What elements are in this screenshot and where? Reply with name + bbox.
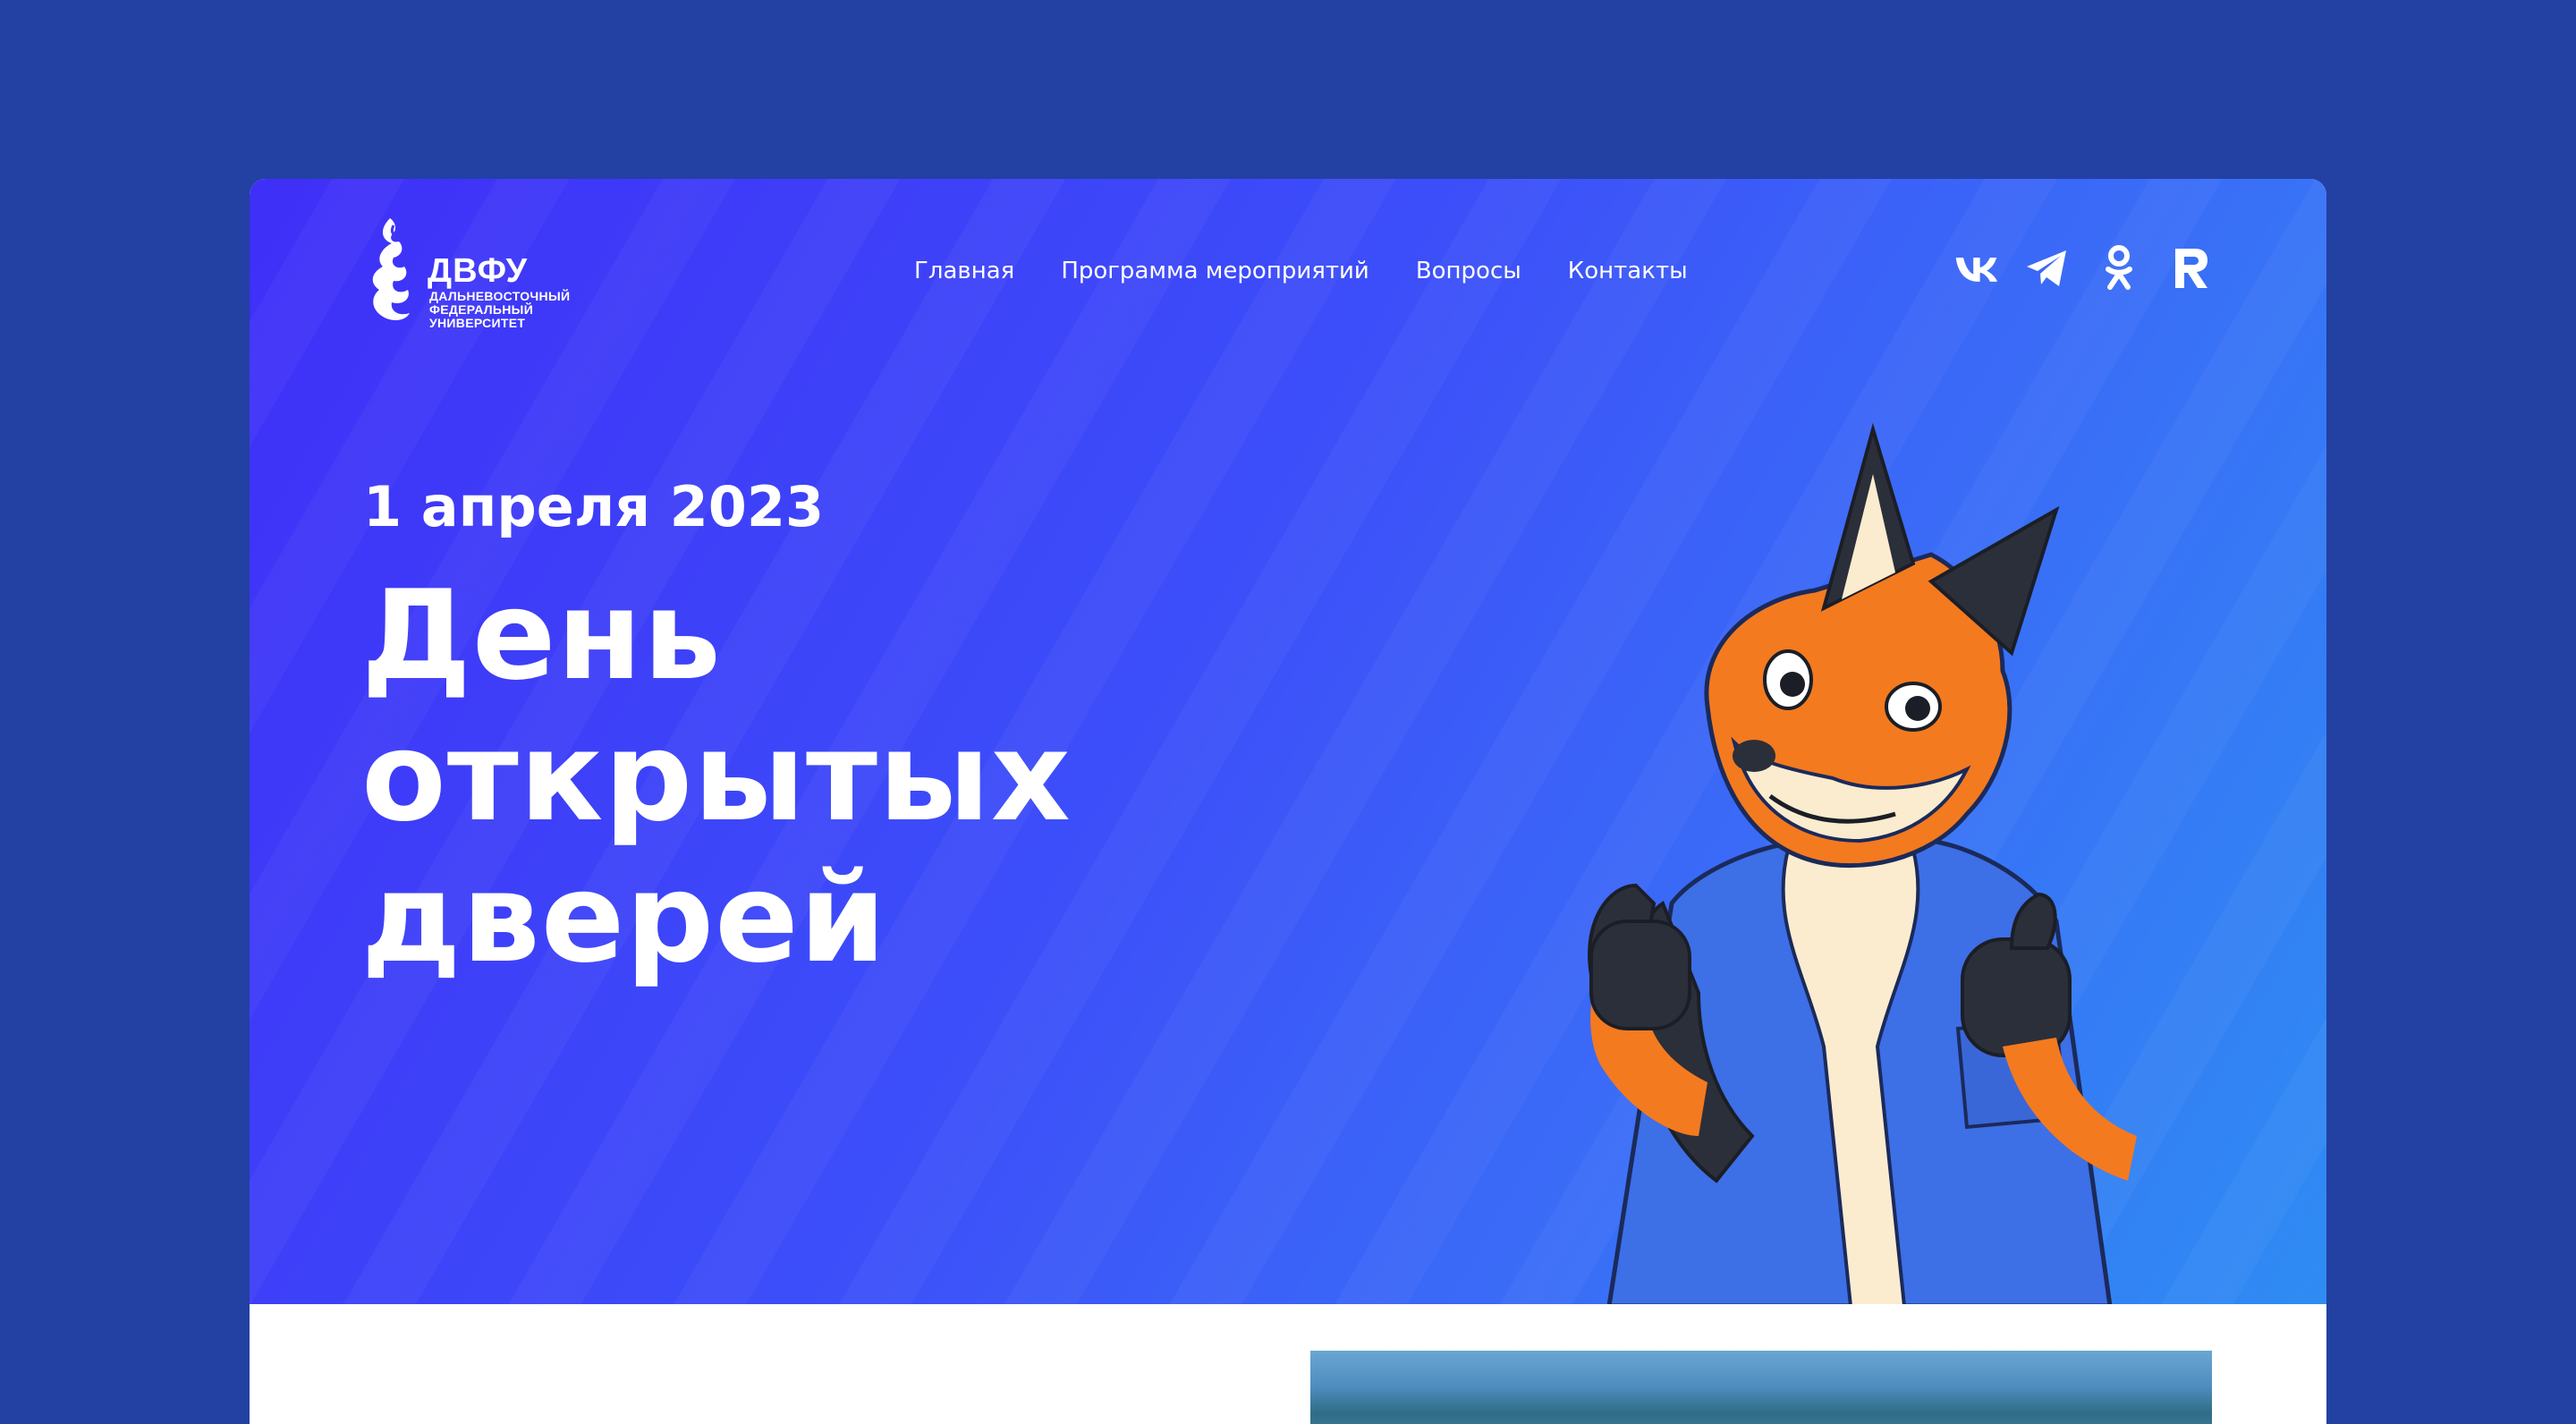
logo-title: ДВФУ: [428, 252, 529, 290]
hero-title: День открытых дверей: [361, 565, 1072, 989]
nav-link-contacts[interactable]: Контакты: [1568, 258, 1688, 284]
nav-link-home[interactable]: Главная: [914, 258, 1014, 284]
hero-title-line: День: [361, 564, 723, 708]
university-logo[interactable]: ДВФУ ДАЛЬНЕВОСТОЧНЫЙ ФЕДЕРАЛЬНЫЙ УНИВЕРС…: [363, 213, 570, 334]
hero-title-line: открытых: [361, 705, 1072, 849]
page-frame: ДВФУ ДАЛЬНЕВОСТОЧНЫЙ ФЕДЕРАЛЬНЫЙ УНИВЕРС…: [250, 179, 2326, 1424]
telegram-icon[interactable]: [2025, 245, 2070, 292]
logo-subtitle: ДАЛЬНЕВОСТОЧНЫЙ ФЕДЕРАЛЬНЫЙ УНИВЕРСИТЕТ: [429, 290, 570, 330]
logo-emblem-icon: [372, 218, 410, 320]
rutube-icon[interactable]: [2168, 245, 2213, 292]
social-links: [1953, 245, 2213, 292]
odnoklassniki-icon[interactable]: [2097, 245, 2141, 292]
hero-section: ДВФУ ДАЛЬНЕВОСТОЧНЫЙ ФЕДЕРАЛЬНЫЙ УНИВЕРС…: [250, 179, 2326, 1304]
logo-subtitle-line: ФЕДЕРАЛЬНЫЙ: [429, 302, 534, 317]
fox-mascot-illustration: [1588, 422, 2137, 1304]
logo-subtitle-line: УНИВЕРСИТЕТ: [429, 316, 526, 330]
hero-title-line: дверей: [361, 846, 887, 990]
nav-link-questions[interactable]: Вопросы: [1416, 258, 1521, 284]
nav-link-program[interactable]: Программа мероприятий: [1061, 258, 1369, 284]
campus-photo: [1310, 1351, 2212, 1424]
logo-subtitle-line: ДАЛЬНЕВОСТОЧНЫЙ: [429, 289, 571, 303]
event-date: 1 апреля 2023: [363, 474, 825, 539]
vk-icon[interactable]: [1953, 245, 1998, 292]
main-nav: Главная Программа мероприятий Вопросы Ко…: [914, 258, 1688, 284]
